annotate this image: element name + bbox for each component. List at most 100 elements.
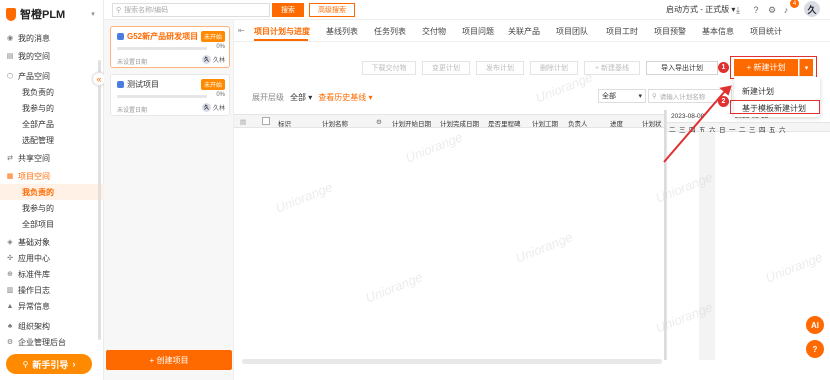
sidebar-item-label: 共享空间 xyxy=(18,153,50,163)
tab[interactable]: 项目问题 xyxy=(462,26,494,37)
owner-name: 久林 xyxy=(212,58,225,64)
ai-assistant-button[interactable]: AI xyxy=(806,316,824,334)
search-placeholder: 搜索名称/编码 xyxy=(124,7,169,14)
import-export-button[interactable]: 导入导出计划 xyxy=(646,61,718,75)
tab[interactable]: 项目工时 xyxy=(606,26,638,37)
sidebar-scrollbar[interactable] xyxy=(98,60,101,340)
sidebar-item[interactable]: 我负责的 xyxy=(0,84,104,100)
project-title-row: G52新产品研发项目 xyxy=(117,31,198,42)
tab[interactable]: 任务列表 xyxy=(374,26,406,37)
sidebar-item[interactable]: 全部产品 xyxy=(0,116,104,132)
scope-value: 全部 xyxy=(602,93,616,100)
level-select[interactable]: 全部 ▾ xyxy=(290,92,312,103)
project-title-row: 测试项目 xyxy=(117,79,159,90)
launch-mode-select[interactable]: 启动方式 - 正式版 ▾ xyxy=(666,4,735,15)
table-header: ▤ 标识 计划名称 计划开始日期 计划完成日期 是否里程碑 计划工期 负责人 进度 计划状 ⚙ xyxy=(234,114,664,128)
sidebar-item[interactable]: 选配管理 xyxy=(0,132,104,148)
chevron-down-icon[interactable]: ▾ xyxy=(799,59,813,76)
column-header[interactable]: 进度 xyxy=(610,118,623,128)
tab[interactable]: 基线列表 xyxy=(326,26,358,37)
sidebar-item[interactable]: ◉ 我的消息 xyxy=(0,30,104,46)
sidebar-item[interactable]: ✣ 应用中心 xyxy=(0,250,104,266)
project-icon xyxy=(117,33,124,40)
sidebar-item[interactable]: 我负责的 xyxy=(0,184,104,200)
project-card[interactable]: 测试项目 未开始 0% 未设置日期 久 久林 xyxy=(110,74,230,116)
select-all-checkbox[interactable] xyxy=(262,117,270,125)
progress-bar xyxy=(117,47,207,50)
column-header[interactable]: 标识 xyxy=(278,118,291,128)
highlight-box xyxy=(730,100,820,114)
tab[interactable]: 项目预警 xyxy=(654,26,686,37)
tab[interactable]: 项目统计 xyxy=(750,26,782,37)
new-baseline-button[interactable]: + 新建基线 xyxy=(584,61,640,75)
settings-icon[interactable]: ⚙ xyxy=(766,4,778,16)
logo-icon xyxy=(6,7,16,21)
advanced-search-button[interactable]: 高级搜索 xyxy=(309,3,355,17)
column-header[interactable]: 是否里程碑 xyxy=(488,118,521,128)
sidebar-item[interactable]: ▤ 我的空间 xyxy=(0,48,104,64)
delete-plan-button[interactable]: 删除计划 xyxy=(530,61,578,75)
sidebar-item-label: 全部产品 xyxy=(22,119,54,129)
sidebar-item[interactable]: ⇄ 共享空间 xyxy=(0,150,104,166)
sidebar-item[interactable]: ⬡ 产品空间 xyxy=(0,68,104,84)
help-float-button[interactable]: ? xyxy=(806,340,824,358)
column-header[interactable]: 计划完成日期 xyxy=(440,118,479,128)
new-plan-button[interactable]: + 新建计划 xyxy=(734,59,798,76)
project-icon: ▦ xyxy=(6,173,14,180)
user-avatar[interactable]: 久 xyxy=(804,1,820,17)
scope-select[interactable]: 全部 ▾ xyxy=(598,89,646,103)
tab[interactable]: 关联产品 xyxy=(508,26,540,37)
log-icon: ▥ xyxy=(6,287,14,294)
sidebar-item[interactable]: 我参与的 xyxy=(0,100,104,116)
sidebar-item[interactable]: ▲ 异常信息 xyxy=(0,298,104,314)
download-deliverables-button[interactable]: 下载交付物 xyxy=(362,61,416,75)
chevron-right-icon: › xyxy=(72,359,76,369)
column-settings-icon[interactable]: ⚙ xyxy=(376,118,382,126)
guide-icon: ⚲ xyxy=(22,359,29,369)
project-icon xyxy=(117,81,124,88)
column-header[interactable]: 计划开始日期 xyxy=(392,118,431,128)
tab[interactable]: 项目计划与进度 xyxy=(254,26,310,37)
collapse-rows-icon[interactable]: ▤ xyxy=(240,118,246,126)
sidebar-item[interactable]: ⚙ 企业管理后台 xyxy=(0,334,104,350)
menu-toggle-icon[interactable]: ⇤ xyxy=(238,26,245,35)
project-card[interactable]: G52新产品研发项目 未开始 0% 未设置日期 久 久林 xyxy=(110,26,230,68)
sidebar-item[interactable]: ⊕ 标准件库 xyxy=(0,266,104,282)
dropdown-new-plan[interactable]: 新建计划 xyxy=(742,86,774,97)
chevron-down-icon: ▾ xyxy=(638,93,642,100)
sidebar-item[interactable]: ▥ 操作日志 xyxy=(0,282,104,298)
download-icon[interactable]: ⤓ xyxy=(732,4,744,16)
sidebar-item[interactable]: ◈ 基础对象 xyxy=(0,234,104,250)
sidebar-item-label: 我参与的 xyxy=(22,203,54,213)
column-header[interactable]: 计划工期 xyxy=(532,118,558,128)
tab[interactable]: 项目团队 xyxy=(556,26,588,37)
publish-plan-button[interactable]: 发布计划 xyxy=(476,61,524,75)
tab[interactable]: 交付物 xyxy=(422,26,446,37)
change-plan-button[interactable]: 变更计划 xyxy=(422,61,470,75)
sidebar-item-label: 选配管理 xyxy=(22,135,54,145)
sidebar-item[interactable]: 全部项目 xyxy=(0,216,104,232)
progress-value: 0% xyxy=(216,44,225,50)
app-logo[interactable]: 智橙PLM ▾ xyxy=(6,6,95,22)
global-search-input[interactable]: ⚲ 搜索名称/编码 xyxy=(112,3,270,17)
active-tab-indicator xyxy=(254,39,308,41)
column-header[interactable]: 负责人 xyxy=(568,118,588,128)
horizontal-scrollbar[interactable] xyxy=(242,359,662,364)
sidebar: 智橙PLM ▾ ◉ 我的消息 ▤ 我的空间 ⬡ 产品空间 我负责的 我参与的 全部产品 选配管理 ⇄… xyxy=(0,0,106,380)
sidebar-item[interactable]: ♣ 组织架构 xyxy=(0,318,104,334)
search-button[interactable]: 搜索 xyxy=(272,3,304,17)
chevron-down-icon[interactable]: ▾ xyxy=(91,10,95,18)
sidebar-item-label: 产品空间 xyxy=(18,71,50,81)
top-bar: ⚲ 搜索名称/编码 搜索 高级搜索 启动方式 - 正式版 ▾ ⤓ ? ⚙ ♪ 4… xyxy=(104,0,830,20)
history-baseline-link[interactable]: 查看历史基线 ▾ xyxy=(318,92,372,103)
tab[interactable]: 基本信息 xyxy=(702,26,734,37)
project-owner: 久 久林 xyxy=(201,55,225,64)
beginner-guide-button[interactable]: ⚲ 新手引导 › xyxy=(6,354,92,374)
help-icon[interactable]: ? xyxy=(750,4,762,16)
column-header[interactable]: 计划名称 xyxy=(322,118,348,128)
sidebar-item-label: 我负责的 xyxy=(22,187,54,197)
sidebar-item[interactable]: ▦ 项目空间 xyxy=(0,168,104,184)
sidebar-item[interactable]: 我参与的 xyxy=(0,200,104,216)
settings-icon: ⚙ xyxy=(6,339,14,346)
create-project-button[interactable]: + 创建项目 xyxy=(106,350,232,370)
